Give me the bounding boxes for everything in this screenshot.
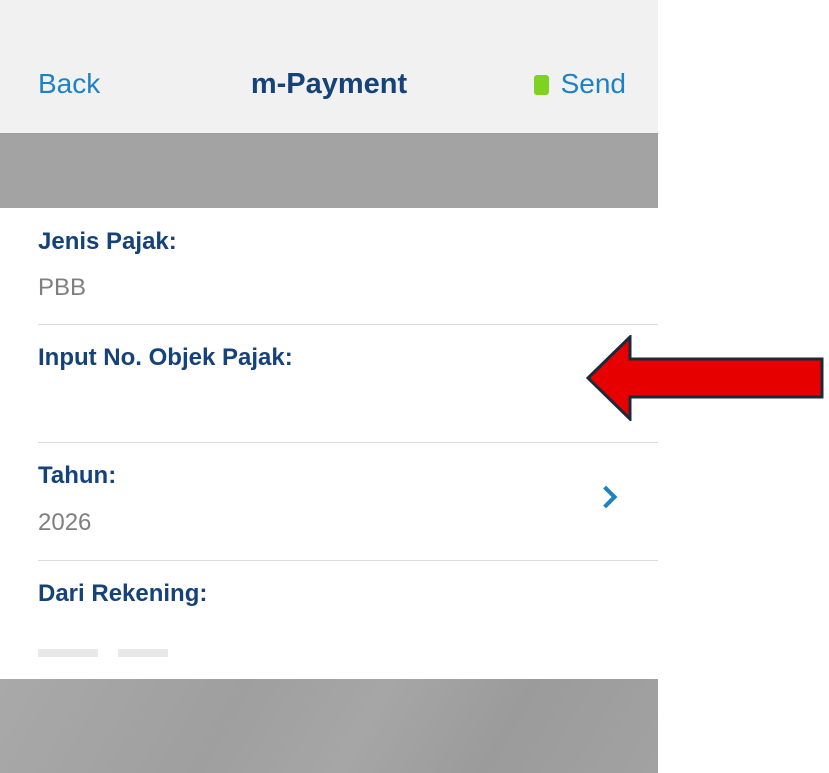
dari-rekening-label: Dari Rekening: <box>38 580 208 607</box>
navigation-bar: Back m-Payment Send <box>0 0 658 134</box>
objek-pajak-field[interactable]: Input No. Objek Pajak: <box>38 325 658 443</box>
dari-rekening-field[interactable]: Dari Rekening: <box>38 561 658 678</box>
send-label: Send <box>560 68 626 99</box>
dari-rekening-value-hidden <box>38 649 168 657</box>
footer-bar <box>0 679 658 773</box>
objek-pajak-label: Input No. Objek Pajak: <box>38 344 293 371</box>
jenis-pajak-value: PBB <box>38 274 87 301</box>
payment-form: Jenis Pajak: PBB Input No. Objek Pajak: … <box>0 208 658 678</box>
header-band <box>0 134 658 208</box>
jenis-pajak-label: Jenis Pajak: <box>38 228 177 255</box>
tahun-field[interactable]: Tahun: 2026 <box>38 443 658 561</box>
send-button[interactable]: Send <box>533 68 626 100</box>
red-arrow-left-icon <box>586 335 824 421</box>
chevron-right-icon[interactable] <box>594 485 618 509</box>
jenis-pajak-field: Jenis Pajak: PBB <box>38 208 658 325</box>
tahun-label: Tahun: <box>38 462 117 489</box>
green-square-icon <box>533 75 549 95</box>
tahun-value: 2026 <box>38 509 92 536</box>
phone-screen: Back m-Payment Send Jenis Pajak: PBB Inp… <box>0 0 658 773</box>
